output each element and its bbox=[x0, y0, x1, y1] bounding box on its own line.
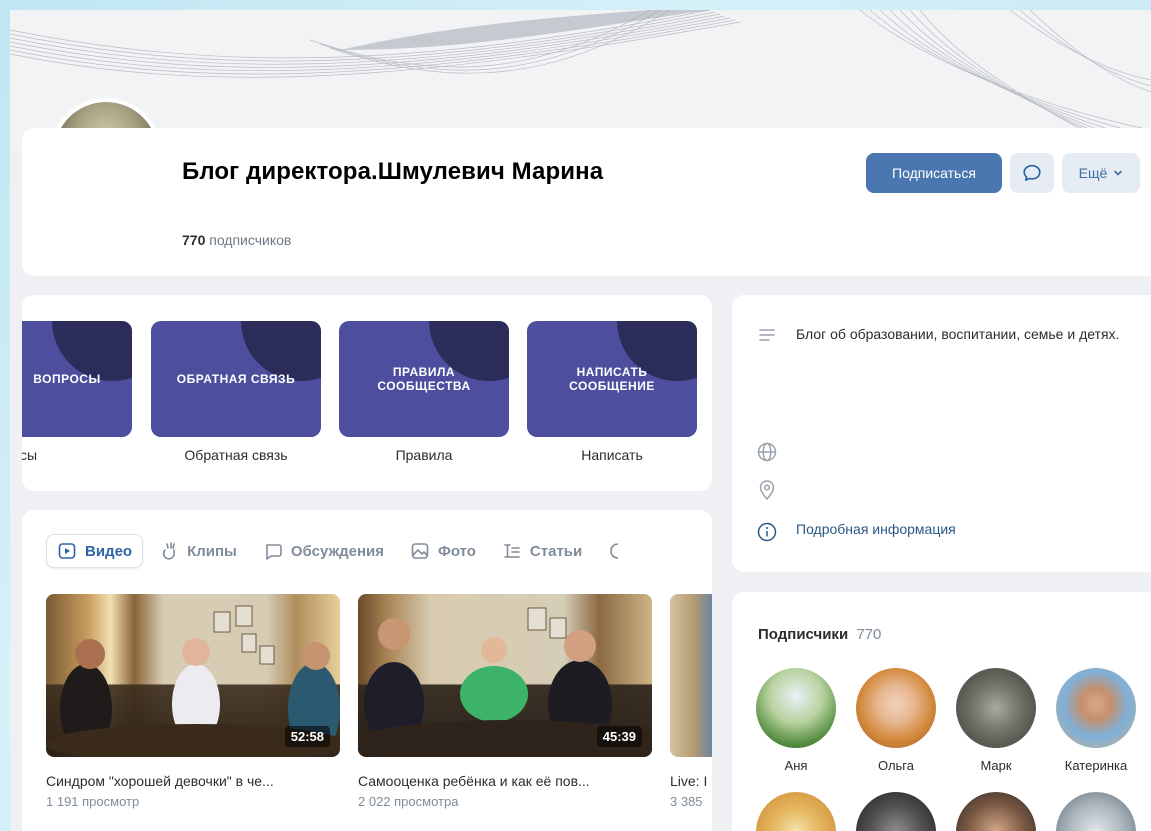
avatar[interactable] bbox=[756, 668, 836, 748]
subscribers-number: 770 bbox=[182, 232, 206, 248]
tab-label: Видео bbox=[85, 542, 133, 560]
video-thumbnail[interactable]: 45:39 bbox=[358, 594, 652, 757]
video-thumbnail[interactable] bbox=[670, 594, 712, 757]
content-section: Видео Клипы Обсуждения Фото Статьи 52:58… bbox=[22, 510, 712, 831]
description-row: Блог об образовании, воспитании, семье и… bbox=[756, 325, 1146, 347]
subscriber-name[interactable]: Катеринка bbox=[1054, 758, 1138, 773]
video-card[interactable]: 45:39 Самооценка ребёнка и как её пов...… bbox=[358, 594, 652, 809]
menu-label-write-message[interactable]: Написать bbox=[527, 447, 697, 463]
menu-tile-feedback[interactable]: ОБРАТНАЯ СВЯЗЬ bbox=[151, 321, 321, 437]
avatar[interactable] bbox=[1056, 792, 1136, 831]
community-info: Блог об образовании, воспитании, семье и… bbox=[732, 295, 1151, 572]
subscriber-name[interactable]: Ольга bbox=[854, 758, 938, 773]
menu-tile-text: НАПИСАТЬ СООБЩЕНИЕ bbox=[569, 365, 655, 393]
avatar[interactable] bbox=[956, 792, 1036, 831]
tab-more[interactable] bbox=[598, 534, 638, 568]
more-label: Ещё bbox=[1078, 165, 1108, 181]
subscriber-item[interactable]: Аня bbox=[754, 668, 838, 773]
website-row bbox=[756, 441, 778, 463]
subscribers-count[interactable]: 770 подписчиков bbox=[182, 232, 291, 248]
subscriber-item[interactable]: Ольга bbox=[854, 668, 938, 773]
discussion-icon bbox=[265, 544, 282, 560]
subscribers-count-badge: 770 bbox=[856, 626, 882, 643]
tab-label: Клипы bbox=[187, 542, 237, 560]
subscribers-heading[interactable]: Подписчики 770 bbox=[758, 626, 881, 643]
avatar[interactable] bbox=[856, 792, 936, 831]
video-thumbnail[interactable]: 52:58 bbox=[46, 594, 340, 757]
menu-tile-line: НАПИСАТЬ bbox=[576, 365, 648, 379]
video-icon bbox=[58, 543, 76, 559]
community-page: Блог директора.Шмулевич Марина 770 подпи… bbox=[10, 10, 1151, 831]
menu-tile-line: ПРАВИЛА bbox=[392, 365, 456, 379]
video-duration: 52:58 bbox=[284, 726, 330, 747]
location-row bbox=[756, 479, 778, 501]
menu-tile-line: СООБЩЕНИЕ bbox=[569, 379, 655, 393]
video-card[interactable]: 52:58 Синдром "хорошей девочки" в че... … bbox=[46, 594, 340, 809]
chevron-down-icon bbox=[1114, 170, 1123, 176]
details-link[interactable]: Подробная информация bbox=[796, 521, 956, 543]
subscriber-item[interactable]: Катеринка bbox=[1054, 668, 1138, 773]
photo-icon bbox=[411, 543, 429, 559]
menu-tile-line: СООБЩЕСТВА bbox=[377, 379, 471, 393]
product-tag-icon bbox=[610, 543, 619, 559]
video-views: 3 385 bbox=[670, 794, 703, 809]
menu-label-rules[interactable]: Правила bbox=[339, 447, 509, 463]
menu-tile-write-message[interactable]: НАПИСАТЬ СООБЩЕНИЕ bbox=[527, 321, 697, 437]
page-title: Блог директора.Шмулевич Марина bbox=[182, 158, 604, 185]
subscriber-name[interactable]: Марк bbox=[954, 758, 1038, 773]
community-header bbox=[22, 128, 1151, 276]
menu-label-feedback[interactable]: Обратная связь bbox=[151, 447, 321, 463]
subscribers-section: Подписчики 770 Аня Ольга Марк Катеринка bbox=[732, 592, 1151, 831]
details-row[interactable]: Подробная информация bbox=[756, 521, 956, 543]
video-views: 1 191 просмотр bbox=[46, 794, 140, 809]
video-title[interactable]: Синдром "хорошей девочки" в че... bbox=[46, 773, 340, 789]
message-bubble-icon bbox=[1023, 164, 1041, 181]
clips-icon bbox=[162, 542, 175, 560]
location-pin-icon bbox=[756, 479, 778, 501]
globe-icon bbox=[756, 441, 778, 463]
video-card[interactable]: Live: I 3 385 bbox=[670, 594, 712, 809]
menu-tile-rules[interactable]: ПРАВИЛА СООБЩЕСТВА bbox=[339, 321, 509, 437]
tab-photo[interactable]: Фото bbox=[400, 534, 486, 568]
avatar[interactable] bbox=[856, 668, 936, 748]
subscribers-word: подписчиков bbox=[209, 232, 292, 248]
menu-tile-text: ПРАВИЛА СООБЩЕСТВА bbox=[377, 365, 470, 393]
video-title[interactable]: Live: I bbox=[670, 773, 712, 789]
tab-articles[interactable]: Статьи bbox=[492, 534, 592, 568]
info-icon bbox=[756, 521, 778, 543]
community-avatar[interactable] bbox=[50, 98, 162, 210]
more-button[interactable]: Ещё bbox=[1062, 153, 1140, 193]
community-description: Блог об образовании, воспитании, семье и… bbox=[796, 326, 1120, 342]
video-title[interactable]: Самооценка ребёнка и как её пов... bbox=[358, 773, 652, 789]
avatar[interactable] bbox=[1056, 668, 1136, 748]
subscribers-title: Подписчики bbox=[758, 626, 849, 643]
community-menu: ВОПРОСЫ просы ОБРАТНАЯ СВЯЗЬ Обратная св… bbox=[22, 295, 712, 491]
video-duration: 45:39 bbox=[596, 726, 642, 747]
tab-discussions[interactable]: Обсуждения bbox=[253, 534, 394, 568]
avatar[interactable] bbox=[956, 668, 1036, 748]
video-views: 2 022 просмотра bbox=[358, 794, 459, 809]
menu-label-questions[interactable]: просы bbox=[22, 447, 102, 463]
tab-label: Обсуждения bbox=[290, 542, 385, 560]
tab-video[interactable]: Видео bbox=[46, 534, 144, 568]
avatar[interactable] bbox=[756, 792, 836, 831]
menu-tile-text: ВОПРОСЫ bbox=[33, 372, 101, 386]
subscriber-item[interactable]: Марк bbox=[954, 668, 1038, 773]
articles-icon bbox=[504, 544, 520, 558]
menu-tile-questions[interactable]: ВОПРОСЫ bbox=[22, 321, 132, 437]
subscriber-name[interactable]: Аня bbox=[754, 758, 838, 773]
tab-label: Фото bbox=[438, 542, 476, 560]
tab-label: Статьи bbox=[529, 542, 583, 560]
tab-clips[interactable]: Клипы bbox=[149, 534, 247, 568]
content-tabs: Видео Клипы Обсуждения Фото Статьи bbox=[46, 534, 644, 568]
message-button[interactable] bbox=[1010, 153, 1054, 193]
subscribe-button[interactable]: Подписаться bbox=[866, 153, 1002, 193]
text-lines-icon bbox=[756, 325, 778, 347]
menu-tile-text: ОБРАТНАЯ СВЯЗЬ bbox=[176, 372, 296, 386]
